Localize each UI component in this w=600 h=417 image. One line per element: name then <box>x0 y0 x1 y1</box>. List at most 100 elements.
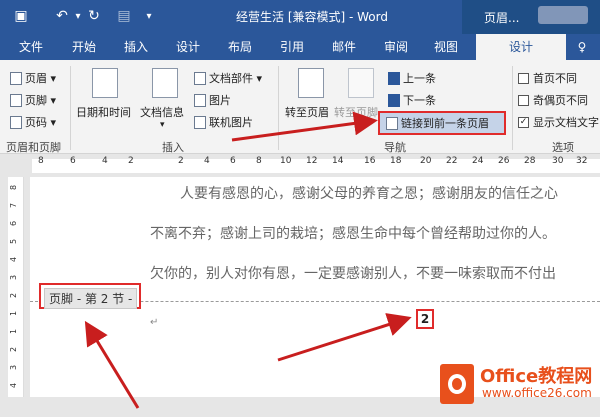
ruler-tick: 4 <box>102 156 108 166</box>
tell-me-icon[interactable]: ♀ <box>570 34 594 60</box>
chevron-down-icon: ▾ <box>253 71 263 85</box>
tab-references[interactable]: 引用 <box>270 34 314 60</box>
document-text-line[interactable]: 欠你的，别人对你有恩，一定要感谢别人，不要一味索取而不付出 <box>150 263 556 283</box>
next-label: 下一条 <box>403 94 436 107</box>
document-title: 经营生活 [兼容模式] - Word <box>236 10 388 24</box>
ruler-tick: 24 <box>472 156 484 166</box>
vertical-ruler[interactable]: 8 7 6 5 4 3 2 1 1 2 3 4 <box>8 177 24 397</box>
tab-insert[interactable]: 插入 <box>114 34 158 60</box>
online-picture-button[interactable]: 联机图片 <box>194 114 253 130</box>
previous-button[interactable]: 上一条 <box>388 70 436 86</box>
ribbon-tabs: 文件 开始 插入 设计 布局 引用 邮件 审阅 视图 设计 ♀ <box>0 34 600 60</box>
calendar-icon <box>92 68 118 98</box>
online-picture-label: 联机图片 <box>209 116 253 129</box>
print-icon[interactable]: ▤ <box>114 6 134 26</box>
ruler-tick: 26 <box>498 156 510 166</box>
up-arrow-icon <box>388 71 400 85</box>
ruler-tick: 5 <box>9 238 19 245</box>
ruler-tick: 20 <box>420 156 432 166</box>
footer-section-tag: 页脚 - 第 2 节 - <box>39 283 141 309</box>
different-first-page-checkbox[interactable]: 首页不同 <box>518 70 577 86</box>
checkbox-icon <box>518 94 529 106</box>
footer-section-label: 页脚 - 第 2 节 - <box>44 288 138 309</box>
ribbon: 页眉 ▾ 页脚 ▾ 页码 ▾ 页眉和页脚 日期和时间 文档信息 ▾ 文档部件 ▾… <box>0 60 600 154</box>
header-label: 页眉 <box>25 72 47 85</box>
footer-button[interactable]: 页脚 ▾ <box>10 92 56 108</box>
office-logo-icon <box>440 364 474 404</box>
picture-button[interactable]: 图片 <box>194 92 231 108</box>
ruler-tick: 6 <box>70 156 76 166</box>
ruler-tick: 7 <box>9 202 19 209</box>
divider <box>278 66 279 150</box>
tab-mailings[interactable]: 邮件 <box>322 34 366 60</box>
redo-icon[interactable]: ↻ <box>84 6 104 26</box>
document-text-line[interactable]: 人要有感恩的心，感谢父母的养育之恩；感谢朋友的信任之心 <box>180 183 558 203</box>
title-bar: ▣ ↶ ▾ ↻ ▤ ▾ 经营生活 [兼容模式] - Word 页眉... <box>0 0 600 34</box>
goto-footer-button[interactable]: 转至页脚 <box>334 104 378 120</box>
doc-parts-label: 文档部件 <box>209 72 253 85</box>
divider <box>512 66 513 150</box>
different-first-page-label: 首页不同 <box>533 72 577 85</box>
watermark-logo: Office教程网 www.office26.com <box>440 358 600 417</box>
watermark-url: www.office26.com <box>482 386 592 400</box>
checkbox-icon <box>518 72 529 84</box>
ruler-tick: 3 <box>9 364 19 371</box>
document-text-line[interactable]: 不离不弃；感谢上司的栽培；感恩生命中每个曾经帮助过你的人。 <box>150 223 556 243</box>
previous-label: 上一条 <box>403 72 436 85</box>
chevron-down-icon: ▾ <box>160 120 165 130</box>
doc-parts-icon <box>194 71 206 85</box>
footer-icon <box>10 93 22 107</box>
undo-icon[interactable]: ↶ <box>52 6 72 26</box>
group-label-insert: 插入 <box>162 141 184 154</box>
tab-home[interactable]: 开始 <box>62 34 106 60</box>
ruler-tick: 14 <box>332 156 344 166</box>
tab-view[interactable]: 视图 <box>424 34 468 60</box>
page-number-button[interactable]: 页码 ▾ <box>10 114 56 130</box>
group-label-options: 选项 <box>552 141 574 154</box>
document-info-icon <box>152 68 178 98</box>
ruler-tick: 1 <box>9 310 19 317</box>
next-button[interactable]: 下一条 <box>388 92 436 108</box>
ruler-tick: 28 <box>524 156 536 166</box>
doc-parts-button[interactable]: 文档部件 ▾ <box>194 70 262 86</box>
checkmark-icon: ✓ <box>518 116 529 128</box>
chevron-down-icon: ▾ <box>47 115 57 129</box>
ruler-tick: 16 <box>364 156 376 166</box>
doc-info-button[interactable]: 文档信息 <box>140 104 184 120</box>
tab-design[interactable]: 设计 <box>166 34 210 60</box>
undo-dropdown-icon[interactable]: ▾ <box>72 6 84 26</box>
tab-file[interactable]: 文件 <box>8 34 54 60</box>
footer-label: 页脚 <box>25 94 47 107</box>
watermark-brand: Office教程网 <box>480 366 593 387</box>
datetime-button[interactable]: 日期和时间 <box>76 104 131 120</box>
ruler-tick: 12 <box>306 156 318 166</box>
ruler-tick: 2 <box>128 156 134 166</box>
page-number-icon <box>10 115 22 129</box>
ruler-tick: 3 <box>9 274 19 281</box>
blurred-area <box>538 6 588 24</box>
ruler-tick: 2 <box>9 346 19 353</box>
ruler-tick: 1 <box>9 328 19 335</box>
link-icon <box>386 116 398 130</box>
ruler-tick: 18 <box>390 156 402 166</box>
ruler-tick: 22 <box>446 156 458 166</box>
link-to-previous-button[interactable]: 链接到前一条页眉 <box>378 111 506 135</box>
save-icon[interactable]: ▣ <box>10 6 32 26</box>
ruler-tick: 2 <box>178 156 184 166</box>
different-odd-even-checkbox[interactable]: 奇偶页不同 <box>518 92 588 108</box>
tab-header-footer-design[interactable]: 设计 <box>476 34 566 60</box>
page-number-field[interactable]: 2 <box>416 309 434 329</box>
show-document-text-checkbox[interactable]: ✓ 显示文档文字 <box>518 114 599 130</box>
show-document-text-label: 显示文档文字 <box>533 116 599 129</box>
ruler-tick: 10 <box>280 156 292 166</box>
different-odd-even-label: 奇偶页不同 <box>533 94 588 107</box>
customize-toolbar-icon[interactable]: ▾ <box>142 6 156 26</box>
goto-header-button[interactable]: 转至页眉 <box>285 104 329 120</box>
ruler-tick: 4 <box>204 156 210 166</box>
tab-layout[interactable]: 布局 <box>218 34 262 60</box>
ruler-tick: 4 <box>9 256 19 263</box>
horizontal-ruler[interactable]: 8 6 4 2 2 4 6 8 10 12 14 16 18 20 22 24 … <box>0 155 600 177</box>
ruler-tick: 30 <box>552 156 564 166</box>
header-button[interactable]: 页眉 ▾ <box>10 70 56 86</box>
tab-review[interactable]: 审阅 <box>374 34 418 60</box>
